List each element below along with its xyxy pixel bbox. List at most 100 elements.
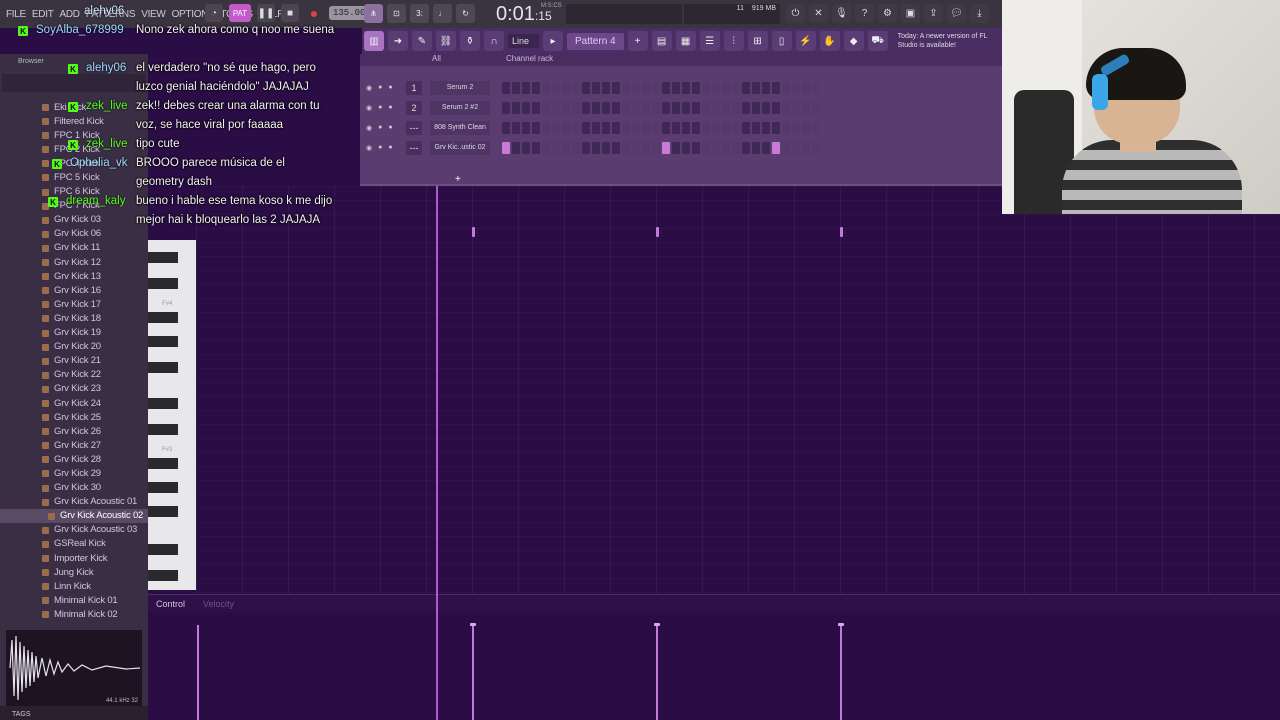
mixer-track-number[interactable]: 2 [406, 100, 422, 115]
pattern-selector[interactable]: Pattern 4 [567, 32, 624, 50]
step-button[interactable] [512, 121, 520, 134]
step-button[interactable] [592, 101, 600, 114]
step-button[interactable] [552, 101, 560, 114]
velocity-handle[interactable] [838, 623, 844, 626]
velocity-lane[interactable] [148, 612, 1280, 720]
velocity-bar[interactable] [197, 625, 199, 720]
step-button[interactable] [812, 121, 820, 134]
step-button[interactable] [742, 121, 750, 134]
channel-controls[interactable]: ◉ ● ● [366, 144, 406, 152]
step-button[interactable] [742, 81, 750, 94]
record-icon[interactable]: ● [305, 4, 323, 22]
step-button[interactable] [622, 81, 630, 94]
step-button[interactable] [722, 141, 730, 154]
browser-item[interactable]: Grv Kick 24 [0, 396, 148, 410]
black-key[interactable] [148, 458, 178, 469]
tags-label[interactable]: TAGS [12, 711, 31, 718]
step-button[interactable] [752, 141, 760, 154]
mute-led-icon[interactable]: ◉ [366, 124, 372, 132]
browser-item[interactable]: Grv Kick 30 [0, 481, 148, 495]
pattern-prev-icon[interactable]: ▸ [543, 31, 564, 51]
black-key[interactable] [148, 506, 178, 517]
browser-item[interactable]: Linn Kick [0, 579, 148, 593]
step-button[interactable] [762, 121, 770, 134]
pan-knob-icon[interactable]: ● [378, 144, 382, 152]
black-key[interactable] [148, 570, 178, 581]
black-key[interactable] [148, 544, 178, 555]
step-button[interactable] [742, 101, 750, 114]
black-key[interactable] [148, 252, 178, 263]
step-button[interactable] [652, 141, 660, 154]
step-button[interactable] [522, 141, 530, 154]
volume-knob-icon[interactable]: ● [388, 84, 392, 92]
step-button[interactable] [542, 141, 550, 154]
browser-item[interactable]: Grv Kick 25 [0, 410, 148, 424]
volume-knob-icon[interactable]: ● [388, 144, 392, 152]
step-button[interactable] [772, 121, 780, 134]
menu-view[interactable]: VIEW [141, 9, 166, 20]
chat-username[interactable]: zek_live [86, 135, 128, 154]
step-button[interactable] [562, 81, 570, 94]
step-button[interactable] [742, 141, 750, 154]
hint-icon[interactable]: ◆ [843, 31, 864, 51]
step-button[interactable] [722, 121, 730, 134]
loop-record-icon[interactable]: ↻ [456, 4, 475, 23]
pan-knob-icon[interactable]: ● [378, 84, 382, 92]
step-button[interactable] [622, 101, 630, 114]
pan-knob-icon[interactable]: ● [378, 124, 382, 132]
step-button[interactable] [802, 101, 810, 114]
step-button[interactable] [762, 141, 770, 154]
step-button[interactable] [682, 81, 690, 94]
velocity-handle[interactable] [654, 623, 660, 626]
step-button[interactable] [502, 121, 510, 134]
channel-name-button[interactable]: 808 Synth Clean [430, 120, 490, 135]
step-button[interactable] [542, 101, 550, 114]
black-key[interactable] [148, 424, 178, 435]
step-button[interactable] [672, 81, 680, 94]
browser-item[interactable]: Grv Kick 16 [0, 283, 148, 297]
browser-item[interactable]: Grv Kick Acoustic 01 [0, 495, 148, 509]
channel-rack-icon[interactable]: ☰ [699, 31, 720, 51]
recording-filter-icon[interactable]: ◔ [205, 4, 223, 22]
browser-item[interactable]: Grv Kick 12 [0, 255, 148, 269]
chat-username[interactable]: alehy06 [86, 59, 126, 78]
step-button[interactable] [772, 141, 780, 154]
step-button[interactable] [772, 81, 780, 94]
browser-item[interactable]: Grv Kick 23 [0, 382, 148, 396]
chat-username[interactable]: Ophelia_vk [70, 154, 128, 173]
step-button[interactable] [752, 81, 760, 94]
browser-icon[interactable]: ⊞ [747, 31, 768, 51]
step-button[interactable] [632, 121, 640, 134]
browser-item[interactable]: Minimal Kick 02 [0, 607, 148, 621]
velocity-bar[interactable] [656, 625, 658, 720]
note-marker[interactable] [472, 227, 475, 237]
stamp-icon[interactable]: ⚱ [460, 31, 480, 51]
step-button[interactable] [582, 81, 590, 94]
chat-icon[interactable]: 💬︎ [947, 4, 966, 23]
metronome-icon[interactable]: ⋔ [364, 4, 383, 23]
step-button[interactable] [672, 141, 680, 154]
step-button[interactable] [712, 141, 720, 154]
event-parameter-label[interactable]: Velocity [203, 599, 234, 609]
step-button[interactable] [502, 81, 510, 94]
link-icon[interactable]: ⛓ [436, 31, 456, 51]
piano-roll-grid[interactable] [196, 186, 1280, 594]
countdown-icon[interactable]: 3: [410, 4, 429, 23]
step-button[interactable] [792, 101, 800, 114]
plugin-picker-icon[interactable]: ⚡ [795, 31, 816, 51]
step-button[interactable] [812, 81, 820, 94]
black-key[interactable] [148, 278, 178, 289]
step-button[interactable] [712, 101, 720, 114]
step-button[interactable] [592, 81, 600, 94]
step-button[interactable] [652, 101, 660, 114]
step-button[interactable] [722, 81, 730, 94]
step-button[interactable] [732, 121, 740, 134]
wait-input-icon[interactable]: ⊡ [387, 4, 406, 23]
step-button[interactable] [792, 141, 800, 154]
browser-item[interactable]: Minimal Kick 01 [0, 593, 148, 607]
step-button[interactable] [572, 101, 580, 114]
step-button[interactable] [602, 121, 610, 134]
help-icon[interactable]: ? [855, 4, 874, 23]
step-button[interactable] [512, 101, 520, 114]
browser-item[interactable]: Grv Kick 27 [0, 438, 148, 452]
